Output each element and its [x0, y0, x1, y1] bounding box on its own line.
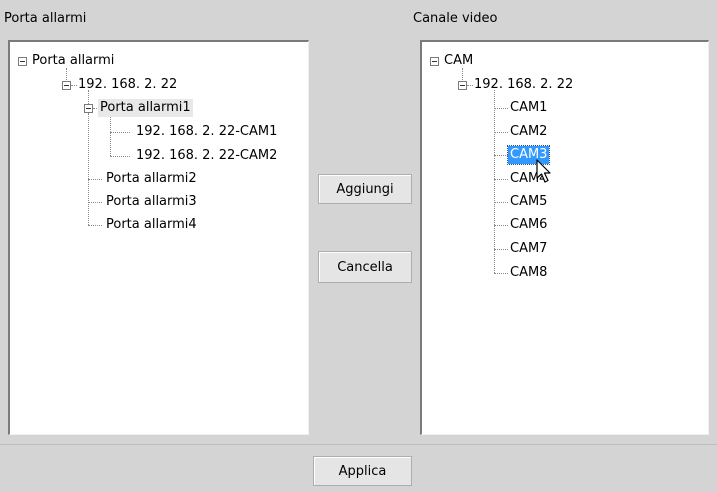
tree-node-ip[interactable]: 192. 168. 2. 22 [76, 76, 179, 94]
tree-node-cam2[interactable]: 192. 168. 2. 22-CAM2 [134, 147, 279, 165]
tree-node-cam[interactable]: CAM7 [508, 240, 549, 258]
tree-node-cam-root[interactable]: CAM [442, 52, 475, 70]
tree-node-port3[interactable]: Porta allarmi3 [104, 193, 199, 211]
tree-node-cam[interactable]: CAM5 [508, 193, 549, 211]
collapse-icon[interactable] [18, 57, 27, 66]
collapse-icon[interactable] [430, 57, 439, 66]
tree-node-port1[interactable]: Porta allarmi1 [98, 99, 193, 117]
video-channel-tree[interactable]: CAM 192. 168. 2. 22 CAM1 CAM2 CAM3 CAM4 … [420, 40, 709, 435]
alarm-port-tree[interactable]: Porta allarmi 192. 168. 2. 22 Porta alla… [8, 40, 309, 435]
mouse-cursor-icon [536, 159, 551, 183]
left-panel-title: Porta allarmi [4, 11, 87, 26]
tree-node-port2[interactable]: Porta allarmi2 [104, 170, 199, 188]
tree-node-cam[interactable]: CAM6 [508, 216, 549, 234]
right-panel-title: Canale video [413, 11, 498, 26]
tree-node-cam[interactable]: CAM1 [508, 99, 549, 117]
tree-node-cam[interactable]: CAM2 [508, 123, 549, 141]
collapse-icon[interactable] [62, 81, 71, 90]
tree-node-port4[interactable]: Porta allarmi4 [104, 216, 199, 234]
tree-node-cam[interactable]: CAM8 [508, 264, 549, 282]
add-button[interactable]: Aggiungi [318, 174, 412, 204]
collapse-icon[interactable] [84, 104, 93, 113]
tree-node-cam-ip[interactable]: 192. 168. 2. 22 [472, 76, 575, 94]
tree-node-cam1[interactable]: 192. 168. 2. 22-CAM1 [134, 123, 279, 141]
collapse-icon[interactable] [458, 81, 467, 90]
cancel-button[interactable]: Cancella [318, 251, 412, 283]
bottom-separator [0, 444, 717, 445]
apply-button[interactable]: Applica [313, 456, 412, 486]
tree-node-root[interactable]: Porta allarmi [30, 52, 116, 70]
